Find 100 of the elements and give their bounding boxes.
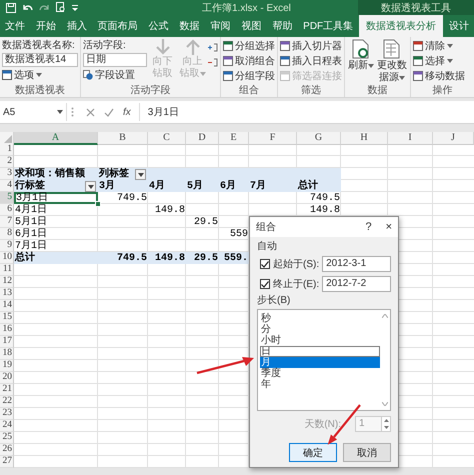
- table-cell-text: 5月1日: [14, 216, 48, 228]
- ribbon-tab[interactable]: 开始: [30, 15, 61, 37]
- list-item[interactable]: 小时: [260, 335, 380, 346]
- row-number[interactable]: 4: [0, 180, 14, 192]
- row-number[interactable]: 10: [0, 252, 14, 264]
- ribbon-tab[interactable]: PDF工具集: [298, 15, 358, 37]
- options-button[interactable]: 选项: [2, 68, 78, 82]
- ok-button[interactable]: 确定: [289, 443, 337, 462]
- list-item[interactable]: 分: [260, 324, 380, 335]
- insert-function-button[interactable]: fx: [123, 106, 131, 118]
- collapse-field-icon[interactable]: [208, 58, 218, 67]
- selected-cell[interactable]: 3月1日: [14, 192, 98, 204]
- row-number[interactable]: 17: [0, 336, 14, 348]
- row-number[interactable]: 8: [0, 228, 14, 240]
- close-button[interactable]: ×: [386, 221, 392, 233]
- column-header[interactable]: C: [148, 132, 186, 145]
- ribbon-button[interactable]: 移动数据: [413, 69, 465, 83]
- date-field[interactable]: 2012-3-1: [322, 256, 391, 272]
- info-icon: [83, 70, 93, 80]
- row-number[interactable]: 14: [0, 300, 14, 312]
- checkbox[interactable]: [260, 279, 270, 289]
- name-box[interactable]: A5: [0, 103, 67, 121]
- row-number[interactable]: 3: [0, 168, 14, 180]
- ribbon-tab[interactable]: 数据: [174, 15, 205, 37]
- caret-icon[interactable]: [72, 4, 78, 12]
- ribbon-tab[interactable]: 数据透视表分析: [359, 15, 444, 37]
- list-item[interactable]: 秒: [260, 313, 380, 324]
- caret-icon: [57, 110, 63, 114]
- row-number[interactable]: 12: [0, 276, 14, 288]
- row-number[interactable]: 24: [0, 420, 14, 432]
- row-number[interactable]: 6: [0, 204, 14, 216]
- ribbon-button[interactable]: 分组字段: [223, 69, 275, 83]
- row-number[interactable]: 2: [0, 156, 14, 168]
- ribbon-tab[interactable]: 公式: [144, 15, 174, 37]
- caret-icon: [447, 44, 453, 48]
- list-item[interactable]: 年: [260, 379, 380, 390]
- save-icon[interactable]: [6, 2, 16, 12]
- row-number[interactable]: 15: [0, 312, 14, 324]
- row-number[interactable]: 26: [0, 444, 14, 456]
- date-field[interactable]: 2012-7-2: [322, 276, 391, 292]
- print-preview-icon[interactable]: [56, 2, 66, 13]
- row-number[interactable]: 20: [0, 372, 14, 384]
- row-number[interactable]: 23: [0, 408, 14, 420]
- ribbon-tab[interactable]: 设计: [444, 15, 474, 37]
- expand-field-icon[interactable]: [208, 43, 218, 52]
- active-field-field[interactable]: 日期: [83, 53, 147, 67]
- table-cell-text: 总计: [297, 180, 319, 192]
- ribbon-button[interactable]: 插入日程表: [280, 54, 342, 68]
- ribbon-button[interactable]: 选择: [413, 54, 465, 68]
- ribbon-tab[interactable]: 审阅: [205, 15, 236, 37]
- row-number[interactable]: 16: [0, 324, 14, 336]
- row-number[interactable]: 21: [0, 384, 14, 396]
- formula-field[interactable]: 3月1日: [144, 105, 474, 119]
- filter-button[interactable]: [85, 181, 96, 192]
- ribbon-button[interactable]: 刷新: [347, 39, 375, 72]
- table-icon: [223, 71, 233, 81]
- row-number[interactable]: 22: [0, 396, 14, 408]
- undo-icon[interactable]: [22, 2, 33, 12]
- column-header[interactable]: J: [433, 132, 474, 145]
- row-number[interactable]: 25: [0, 432, 14, 444]
- table-cell-text: 749.5: [116, 192, 148, 204]
- caret-icon: [447, 59, 453, 63]
- row-number[interactable]: 13: [0, 288, 14, 300]
- ribbon-button[interactable]: 分组选择: [223, 39, 275, 53]
- ribbon-button[interactable]: 插入切片器: [280, 39, 342, 53]
- field-settings-button[interactable]: 字段设置: [83, 68, 147, 82]
- ribbon-tab[interactable]: 帮助: [267, 15, 298, 37]
- row-number[interactable]: 7: [0, 216, 14, 228]
- ribbon-button[interactable]: 更改数据源: [376, 39, 408, 84]
- column-header[interactable]: E: [219, 132, 249, 145]
- column-header[interactable]: H: [341, 132, 388, 145]
- column-header[interactable]: A: [14, 132, 98, 145]
- check-icon[interactable]: [104, 108, 114, 116]
- row-number[interactable]: 5: [0, 192, 14, 204]
- checkbox[interactable]: [260, 259, 270, 269]
- ribbon-button[interactable]: 取消组合: [223, 54, 275, 68]
- ribbon-tab[interactable]: 插入: [62, 15, 92, 37]
- help-button[interactable]: ?: [365, 221, 372, 233]
- column-header[interactable]: G: [297, 132, 341, 145]
- row-number[interactable]: 19: [0, 360, 14, 372]
- column-header[interactable]: I: [388, 132, 433, 145]
- ribbon-tab[interactable]: 视图: [236, 15, 266, 37]
- redo-icon[interactable]: [39, 2, 50, 12]
- list-item[interactable]: 季度: [260, 368, 380, 379]
- filter-button[interactable]: [135, 169, 146, 180]
- row-number[interactable]: 1: [0, 144, 14, 156]
- row-number[interactable]: 27: [0, 456, 14, 468]
- list-item[interactable]: 月: [260, 357, 380, 368]
- row-number[interactable]: 18: [0, 348, 14, 360]
- cancel-button[interactable]: 取消: [343, 443, 391, 462]
- column-header[interactable]: B: [98, 132, 148, 145]
- column-header[interactable]: F: [249, 132, 297, 145]
- ribbon-tab[interactable]: 页面布局: [92, 15, 143, 37]
- ribbon-tab[interactable]: 文件: [0, 15, 30, 37]
- pivot-name-field[interactable]: 数据透视表14: [2, 53, 78, 67]
- cancel-icon[interactable]: [86, 108, 95, 116]
- column-header[interactable]: D: [186, 132, 219, 145]
- ribbon-button[interactable]: 清除: [413, 39, 465, 53]
- row-number[interactable]: 11: [0, 264, 14, 276]
- row-number[interactable]: 9: [0, 240, 14, 252]
